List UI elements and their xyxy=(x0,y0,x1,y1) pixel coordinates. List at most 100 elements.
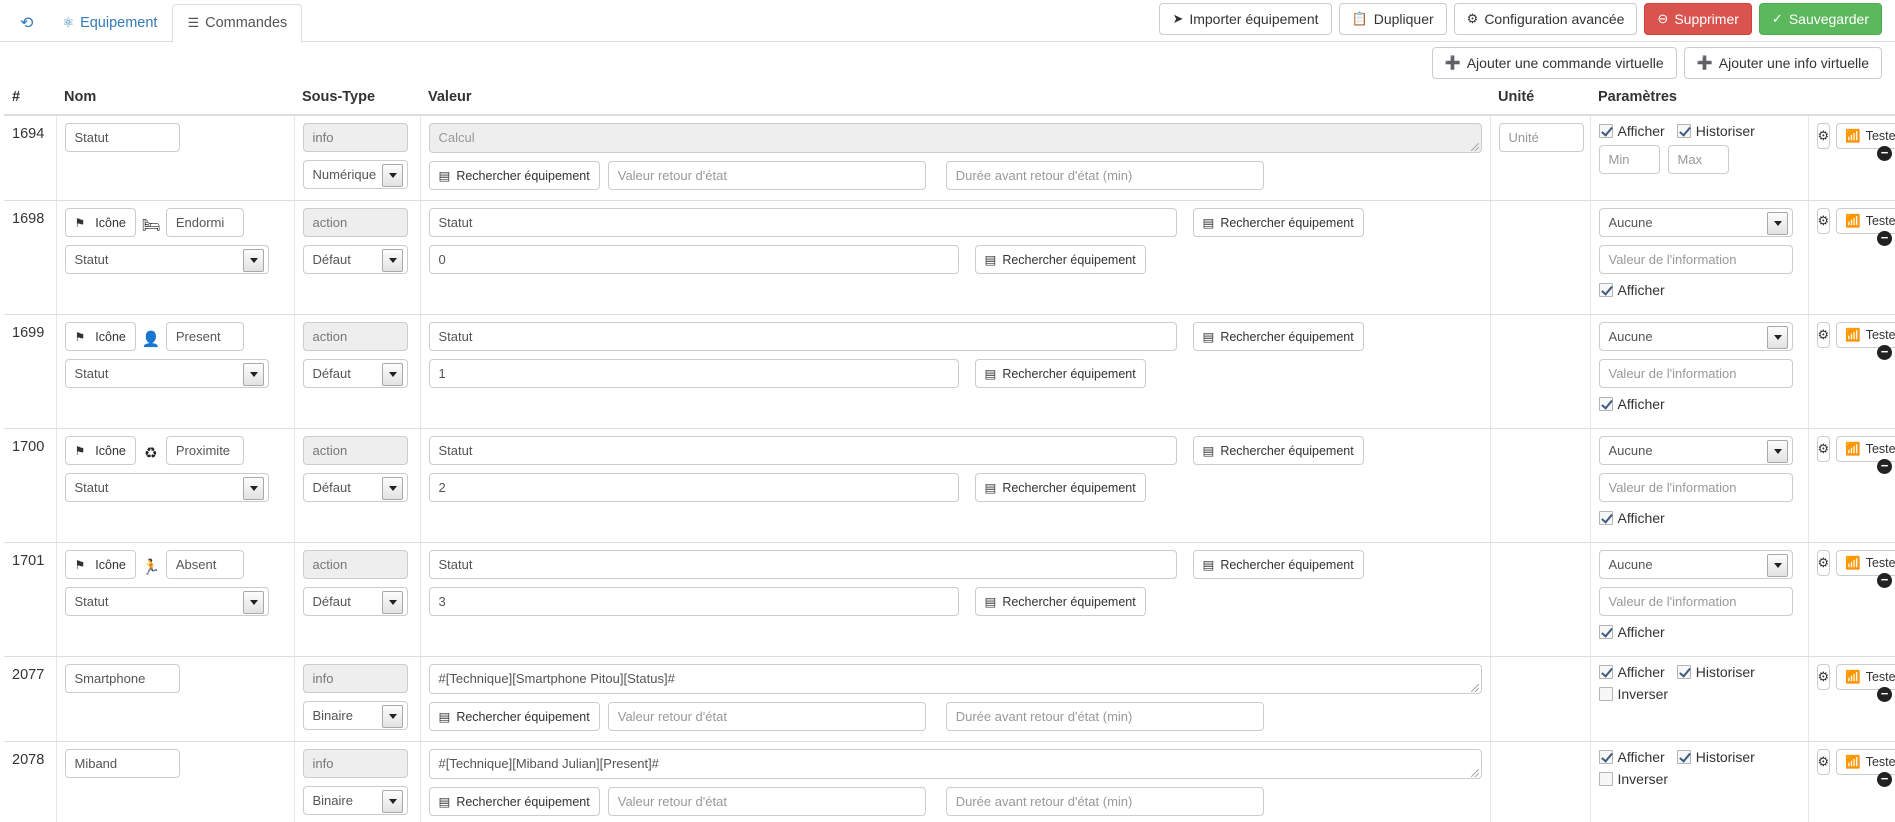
calc-input[interactable]: #[Technique][Smartphone Pitou][Status]# xyxy=(428,664,1482,694)
parent-select[interactable]: Statut xyxy=(64,473,269,502)
return-value-input[interactable]: Valeur retour d'état xyxy=(607,702,926,731)
param-select[interactable]: Aucune xyxy=(1598,208,1793,237)
search-equipment-button-2[interactable]: ▤ Rechercher équipement xyxy=(974,587,1146,616)
name-input[interactable] xyxy=(64,123,180,152)
return-delay-input[interactable]: Durée avant retour d'état (min) xyxy=(945,702,1264,731)
configure-gear-icon[interactable]: ⚙ xyxy=(1816,436,1831,462)
search-equipment-button[interactable]: ▤ Rechercher équipement xyxy=(1192,436,1364,465)
value-input-2[interactable] xyxy=(428,473,959,502)
configure-gear-icon[interactable]: ⚙ xyxy=(1816,749,1831,775)
name-input[interactable] xyxy=(165,436,244,465)
tab-commandes[interactable]: ☰ Commandes xyxy=(172,4,303,43)
value-input-2[interactable] xyxy=(428,587,959,616)
name-input[interactable] xyxy=(64,664,180,693)
search-equipment-button[interactable]: ▤ Rechercher équipement xyxy=(428,161,600,190)
remove-row-icon[interactable]: − xyxy=(1877,772,1892,787)
parent-select[interactable]: Statut xyxy=(64,359,269,388)
configure-gear-icon[interactable]: ⚙ xyxy=(1816,322,1831,348)
historiser-checkbox[interactable]: Historiser xyxy=(1676,749,1767,765)
choose-icon-button[interactable]: ⚑ Icône xyxy=(64,550,136,579)
search-equipment-button-2[interactable]: ▤ Rechercher équipement xyxy=(974,359,1146,388)
configure-gear-icon[interactable]: ⚙ xyxy=(1816,123,1831,149)
subtype-select[interactable]: Numérique xyxy=(302,160,408,189)
name-input[interactable] xyxy=(165,550,244,579)
return-delay-input[interactable]: Durée avant retour d'état (min) xyxy=(945,787,1264,816)
back-arrow-icon[interactable]: ⟲ xyxy=(10,16,47,42)
choose-icon-button[interactable]: ⚑ Icône xyxy=(64,436,136,465)
info-value-input[interactable]: Valeur de l'information xyxy=(1598,473,1793,502)
afficher-checkbox[interactable]: Afficher xyxy=(1598,510,1677,526)
subtype-select[interactable]: Défaut xyxy=(302,587,408,616)
max-input[interactable]: Max xyxy=(1667,145,1729,174)
inverser-checkbox[interactable]: Inverser xyxy=(1598,686,1681,702)
parent-select[interactable]: Statut xyxy=(64,245,269,274)
remove-row-icon[interactable]: − xyxy=(1877,345,1892,360)
info-value-input[interactable]: Valeur de l'information xyxy=(1598,587,1793,616)
afficher-checkbox[interactable]: Afficher xyxy=(1598,123,1677,139)
remove-row-icon[interactable]: − xyxy=(1877,146,1892,161)
name-input[interactable] xyxy=(64,749,180,778)
add-virtual-info-button[interactable]: ➕ Ajouter une info virtuelle xyxy=(1683,47,1882,80)
configure-gear-icon[interactable]: ⚙ xyxy=(1816,664,1831,690)
inverser-checkbox[interactable]: Inverser xyxy=(1598,771,1681,787)
subtype-select[interactable]: Défaut xyxy=(302,245,408,274)
unit-input[interactable]: Unité xyxy=(1498,123,1584,152)
search-equipment-button[interactable]: ▤ Rechercher équipement xyxy=(1192,550,1364,579)
delete-button[interactable]: ⊖ Supprimer xyxy=(1644,3,1752,36)
search-equipment-button[interactable]: ▤ Rechercher équipement xyxy=(1192,322,1364,351)
remove-row-icon[interactable]: − xyxy=(1877,231,1892,246)
value-input[interactable] xyxy=(428,550,1177,579)
param-select[interactable]: Aucune xyxy=(1598,436,1793,465)
advanced-config-button[interactable]: ⚙ Configuration avancée xyxy=(1453,3,1638,36)
subtype-select[interactable]: Binaire xyxy=(302,786,408,815)
remove-row-icon[interactable]: − xyxy=(1877,687,1892,702)
value-input[interactable] xyxy=(428,322,1177,351)
remove-row-icon[interactable]: − xyxy=(1877,573,1892,588)
configure-gear-icon[interactable]: ⚙ xyxy=(1816,550,1831,576)
choose-icon-button[interactable]: ⚑ Icône xyxy=(64,322,136,351)
param-select[interactable]: Aucune xyxy=(1598,322,1793,351)
parent-select[interactable]: Statut xyxy=(64,587,269,616)
resize-handle[interactable] xyxy=(1470,684,1479,692)
calc-input[interactable]: #[Technique][Miband Julian][Present]# xyxy=(428,749,1482,779)
resize-handle[interactable] xyxy=(1470,769,1479,777)
return-value-input[interactable]: Valeur retour d'état xyxy=(607,161,926,190)
add-virtual-command-button[interactable]: ➕ Ajouter une commande virtuelle xyxy=(1431,47,1677,80)
value-input[interactable] xyxy=(428,208,1177,237)
param-select[interactable]: Aucune xyxy=(1598,550,1793,579)
remove-row-icon[interactable]: − xyxy=(1877,459,1892,474)
afficher-checkbox[interactable]: Afficher xyxy=(1598,664,1677,680)
search-equipment-button-2[interactable]: ▤ Rechercher équipement xyxy=(974,473,1146,502)
subtype-select[interactable]: Binaire xyxy=(302,701,408,730)
value-input[interactable] xyxy=(428,436,1177,465)
duplicate-button[interactable]: 📋 Dupliquer xyxy=(1338,3,1447,36)
resize-handle[interactable] xyxy=(1470,143,1479,151)
calc-input[interactable]: Calcul xyxy=(428,123,1482,153)
min-input[interactable]: Min xyxy=(1598,145,1660,174)
value-input-2[interactable] xyxy=(428,245,959,274)
historiser-checkbox[interactable]: Historiser xyxy=(1676,664,1767,680)
afficher-checkbox[interactable]: Afficher xyxy=(1598,396,1677,412)
name-input[interactable] xyxy=(165,208,244,237)
info-value-input[interactable]: Valeur de l'information xyxy=(1598,359,1793,388)
afficher-checkbox[interactable]: Afficher xyxy=(1598,624,1677,640)
save-button[interactable]: ✓ Sauvegarder xyxy=(1758,3,1882,36)
search-equipment-button[interactable]: ▤ Rechercher équipement xyxy=(1192,208,1364,237)
subtype-select[interactable]: Défaut xyxy=(302,359,408,388)
import-equipment-button[interactable]: ➤ Importer équipement xyxy=(1159,3,1332,36)
choose-icon-button[interactable]: ⚑ Icône xyxy=(64,208,136,237)
info-value-input[interactable]: Valeur de l'information xyxy=(1598,245,1793,274)
historiser-checkbox[interactable]: Historiser xyxy=(1676,123,1767,139)
value-input-2[interactable] xyxy=(428,359,959,388)
afficher-checkbox[interactable]: Afficher xyxy=(1598,749,1677,765)
return-delay-input[interactable]: Durée avant retour d'état (min) xyxy=(945,161,1264,190)
configure-gear-icon[interactable]: ⚙ xyxy=(1816,208,1831,234)
return-value-input[interactable]: Valeur retour d'état xyxy=(607,787,926,816)
search-equipment-button[interactable]: ▤ Rechercher équipement xyxy=(428,787,600,816)
subtype-select[interactable]: Défaut xyxy=(302,473,408,502)
search-equipment-button[interactable]: ▤ Rechercher équipement xyxy=(428,702,600,731)
afficher-checkbox[interactable]: Afficher xyxy=(1598,282,1677,298)
tab-equipement[interactable]: ⚛ Equipement xyxy=(47,4,172,43)
name-input[interactable] xyxy=(165,322,244,351)
search-equipment-button-2[interactable]: ▤ Rechercher équipement xyxy=(974,245,1146,274)
